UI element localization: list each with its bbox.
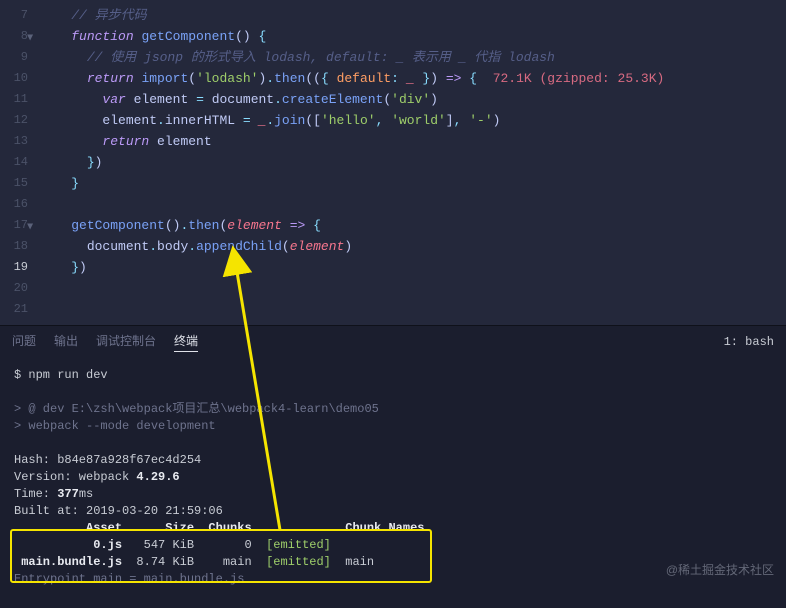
- code-line: }): [40, 152, 786, 173]
- code-line: [40, 194, 786, 215]
- comment: // 异步代码: [71, 8, 146, 23]
- code-line: return import('lodash').then(({ default:…: [40, 68, 786, 89]
- size-hint: 72.1K (gzipped: 25.3K): [477, 71, 664, 86]
- line-gutter: 789101112131415161718192021: [0, 0, 40, 325]
- line-number: 7: [0, 5, 28, 26]
- panel-tabs: 问题输出调试控制台终端 1: bash: [0, 325, 786, 357]
- code-line: ▶ function getComponent() {: [40, 26, 786, 47]
- code-line: }): [40, 257, 786, 278]
- code-line: }: [40, 173, 786, 194]
- watermark: @稀土掘金技术社区: [666, 561, 774, 578]
- code-line: var element = document.createElement('di…: [40, 89, 786, 110]
- fold-icon[interactable]: ▶: [19, 34, 40, 40]
- line-number: 15: [0, 173, 28, 194]
- editor: 789101112131415161718192021 // 异步代码 ▶ fu…: [0, 0, 786, 325]
- panel-tab[interactable]: 调试控制台: [96, 332, 156, 352]
- line-number: 10: [0, 68, 28, 89]
- comment: // 使用 jsonp 的形式导入 lodash, default: _ 表示用…: [87, 50, 555, 65]
- panel-tab[interactable]: 输出: [54, 332, 78, 352]
- code-line: element.innerHTML = _.join(['hello', 'wo…: [40, 110, 786, 131]
- line-number: 19: [0, 257, 28, 278]
- line-number: 14: [0, 152, 28, 173]
- code-line: ▶ getComponent().then(element => {: [40, 215, 786, 236]
- line-number: 20: [0, 278, 28, 299]
- line-number: 12: [0, 110, 28, 131]
- code-line: [40, 278, 786, 299]
- code-area[interactable]: // 异步代码 ▶ function getComponent() { // 使…: [40, 0, 786, 325]
- line-number: 9: [0, 47, 28, 68]
- code-line: document.body.appendChild(element): [40, 236, 786, 257]
- code-line: return element: [40, 131, 786, 152]
- code-line: // 异步代码: [40, 5, 786, 26]
- code-line: // 使用 jsonp 的形式导入 lodash, default: _ 表示用…: [40, 47, 786, 68]
- line-number: 13: [0, 131, 28, 152]
- panel-tab[interactable]: 问题: [12, 332, 36, 352]
- panel-tab[interactable]: 终端: [174, 332, 198, 352]
- line-number: 16: [0, 194, 28, 215]
- line-number: 11: [0, 89, 28, 110]
- line-number: 18: [0, 236, 28, 257]
- terminal-output: $ npm run dev > @ dev E:\zsh\webpack项目汇总…: [14, 367, 772, 588]
- terminal-selector[interactable]: 1: bash: [724, 335, 774, 349]
- fold-icon[interactable]: ▶: [19, 223, 40, 229]
- line-number: 21: [0, 299, 28, 320]
